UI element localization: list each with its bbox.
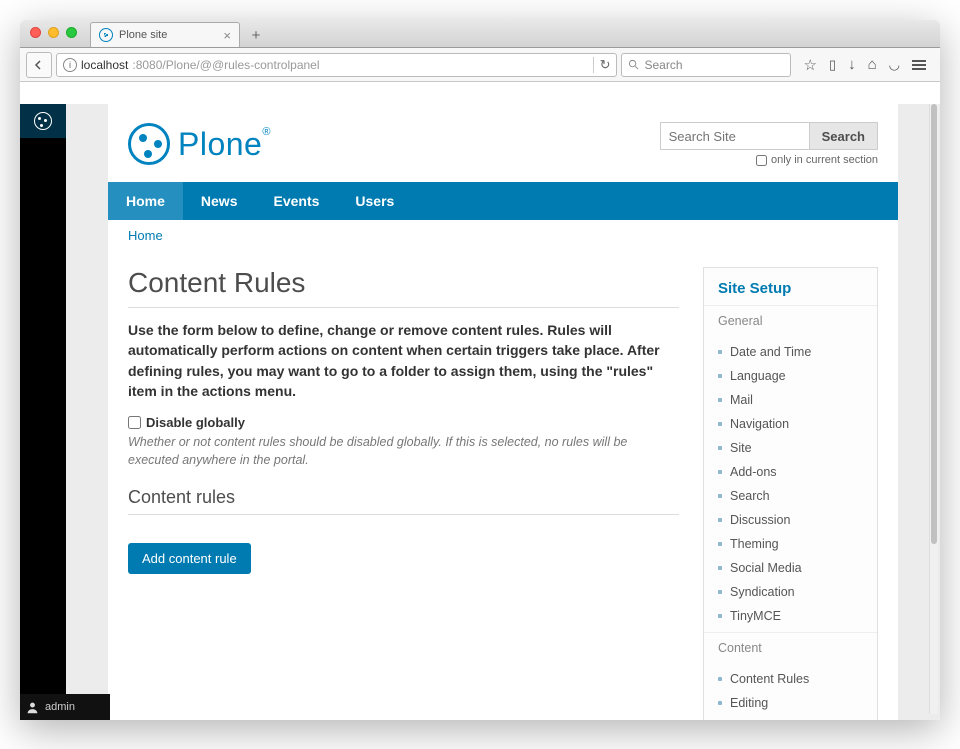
main-column: Content Rules Use the form below to defi… [128,267,679,720]
disable-globally-label: Disable globally [146,415,245,430]
scrollbar[interactable] [929,104,938,714]
portlet-item[interactable]: Theming [704,532,877,556]
portlet-item[interactable]: Content Rules [704,667,877,691]
portlet-item[interactable]: Image Handling [704,715,877,720]
disable-globally-checkbox[interactable] [128,416,141,429]
downloads-icon[interactable]: ↓ [848,56,856,73]
portlet-item[interactable]: Discussion [704,508,877,532]
browser-search-placeholder: Search [644,58,682,72]
plone-favicon [99,28,113,42]
admin-label: admin [45,701,75,713]
page-title: Content Rules [128,267,679,299]
viewport: admin Plone® Search [20,104,940,720]
portlet-item[interactable]: Social Media [704,556,877,580]
url-path: :8080/Plone/@@rules-controlpanel [132,58,319,72]
arrow-left-icon [33,59,45,71]
page-outer: Plone® Search only in current section H [66,104,940,720]
disable-help-text: Whether or not content rules should be d… [128,434,679,469]
portlet-group-label: Content [704,632,877,663]
window-controls [30,27,77,38]
portlet-item[interactable]: Syndication [704,580,877,604]
search-icon [628,59,639,70]
portlet-item[interactable]: TinyMCE [704,604,877,628]
intro-text: Use the form below to define, change or … [128,320,679,401]
bookmark-star-icon[interactable]: ☆ [803,56,816,74]
home-icon[interactable]: ⌂ [868,56,877,73]
browser-search-input[interactable]: Search [621,53,791,77]
portlet-group-list: Date and TimeLanguageMailNavigationSiteA… [704,336,877,632]
plone-logo-text: Plone® [178,126,271,163]
user-icon [26,701,39,714]
library-icon[interactable]: ▯ [829,57,836,73]
subheading-divider [128,514,679,515]
nav-item-home[interactable]: Home [108,182,183,220]
back-button[interactable] [26,52,52,78]
site-search-input[interactable] [660,122,810,150]
browser-tab[interactable]: Plone site × [90,22,240,47]
nav-item-news[interactable]: News [183,182,256,220]
pocket-icon[interactable]: ◡ [889,57,900,73]
portlet-group-list: Content RulesEditingImage Handling [704,663,877,720]
reload-button[interactable]: ↻ [593,57,611,73]
portlet-item[interactable]: Navigation [704,412,877,436]
portlet-item[interactable]: Search [704,484,877,508]
content-rules-heading: Content rules [128,487,679,508]
url-host: localhost [81,58,128,72]
plone-logo-icon [128,123,170,165]
portlet-title: Site Setup [704,268,877,305]
plone-icon [34,112,52,130]
portlet-item[interactable]: Editing [704,691,877,715]
scrollbar-thumb[interactable] [931,104,937,544]
maximize-window-button[interactable] [66,27,77,38]
tab-strip: Plone site × + [20,20,940,48]
only-section-checkbox[interactable] [756,155,767,166]
breadcrumb: Home [108,220,898,251]
portlet-item[interactable]: Date and Time [704,340,877,364]
nav-item-events[interactable]: Events [255,182,337,220]
site-setup-portlet: Site Setup GeneralDate and TimeLanguageM… [703,267,878,720]
breadcrumb-home[interactable]: Home [128,228,163,243]
only-section-label[interactable]: only in current section [756,154,878,166]
title-divider [128,307,679,308]
plone-sidebar-logo[interactable] [20,104,66,138]
add-content-rule-button[interactable]: Add content rule [128,543,251,574]
site-search-button[interactable]: Search [810,122,878,150]
admin-user-bar[interactable]: admin [20,694,110,720]
site-info-icon[interactable]: i [63,58,77,72]
toolbar-icons: ☆ ▯ ↓ ⌂ ◡ [795,56,934,74]
portlet-item[interactable]: Site [704,436,877,460]
main-nav: HomeNewsEventsUsers [108,182,898,220]
menu-icon[interactable] [912,60,926,70]
tab-title: Plone site [119,29,167,41]
url-bar[interactable]: i localhost :8080/Plone/@@rules-controlpa… [56,53,617,77]
browser-toolbar: i localhost :8080/Plone/@@rules-controlpa… [20,48,940,82]
nav-item-users[interactable]: Users [337,182,412,220]
plone-sidebar: admin [20,104,66,720]
portlet-item[interactable]: Language [704,364,877,388]
browser-window: Plone site × + i localhost :8080/Plone/@@… [20,20,940,720]
site-search: Search only in current section [660,122,878,166]
new-tab-button[interactable]: + [244,25,268,45]
close-window-button[interactable] [30,27,41,38]
portlet-item[interactable]: Mail [704,388,877,412]
portlet-group-label: General [704,305,877,336]
portlet-item[interactable]: Add-ons [704,460,877,484]
plone-header: Plone® Search only in current section [108,104,898,182]
minimize-window-button[interactable] [48,27,59,38]
plone-logo[interactable]: Plone® [128,123,271,165]
page-inner: Plone® Search only in current section H [108,104,898,720]
close-tab-button[interactable]: × [223,28,231,43]
